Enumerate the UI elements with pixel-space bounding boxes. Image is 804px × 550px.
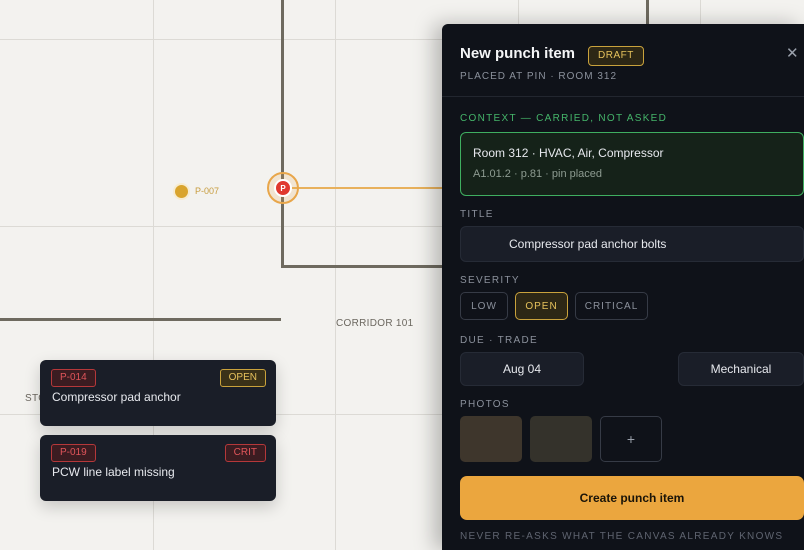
- trade-select[interactable]: Mechanical: [678, 352, 804, 386]
- punch-id-badge: P-014: [51, 369, 96, 387]
- photo-thumbnail[interactable]: [530, 416, 592, 462]
- create-punch-button[interactable]: Create punch item: [460, 476, 804, 520]
- severity-label: SEVERITY: [460, 275, 520, 286]
- add-photo-icon[interactable]: +: [600, 416, 662, 462]
- wall: [281, 0, 284, 268]
- punch-card-title: PCW line label missing: [52, 465, 175, 479]
- pin-leader-line: [292, 187, 444, 189]
- title-input[interactable]: [460, 226, 804, 262]
- punch-pin-secondary[interactable]: [173, 183, 190, 200]
- punch-id-badge: P-019: [51, 444, 96, 462]
- due-trade-label: DUE · TRADE: [460, 335, 539, 346]
- panel-subtitle: PLACED AT PIN · ROOM 312: [460, 71, 618, 82]
- panel-title: New punch item: [460, 45, 576, 62]
- grid-line: [335, 0, 336, 550]
- context-sheet: A1.01.2 · p.81 · pin placed: [473, 168, 603, 180]
- footer-note: NEVER RE-ASKS WHAT THE CANVAS ALREADY KN…: [460, 531, 784, 542]
- title-label: TITLE: [460, 209, 494, 220]
- wall: [281, 265, 446, 268]
- context-box: Room 312 · HVAC, Air, Compressor A1.01.2…: [460, 132, 804, 196]
- wall: [646, 0, 649, 26]
- new-punch-panel: New punch item DRAFT ✕ PLACED AT PIN · R…: [442, 24, 804, 550]
- context-label: CONTEXT — CARRIED, NOT ASKED: [460, 113, 668, 124]
- punch-card-title: Compressor pad anchor: [52, 390, 181, 404]
- photo-thumbnail[interactable]: [460, 416, 522, 462]
- panel-divider: [442, 96, 804, 97]
- severity-critical-chip[interactable]: CRITICAL: [575, 292, 648, 320]
- status-badge: OPEN: [219, 369, 266, 387]
- context-location: Room 312 · HVAC, Air, Compressor: [473, 146, 664, 160]
- punch-card[interactable]: P-014 OPEN Compressor pad anchor: [40, 360, 276, 426]
- pin-icon: P: [280, 183, 286, 193]
- due-date-select[interactable]: Aug 04: [460, 352, 584, 386]
- photos-label: PHOTOS: [460, 399, 510, 410]
- wall: [0, 318, 281, 321]
- close-icon[interactable]: ✕: [786, 44, 799, 62]
- punch-pin-active[interactable]: P: [274, 179, 292, 197]
- room-label: CORRIDOR 101: [336, 318, 414, 329]
- status-badge: CRIT: [224, 444, 266, 462]
- severity-open-chip[interactable]: OPEN: [515, 292, 568, 320]
- severity-low-chip[interactable]: LOW: [460, 292, 508, 320]
- draft-badge: DRAFT: [588, 46, 644, 66]
- punch-card[interactable]: P-019 CRIT PCW line label missing: [40, 435, 276, 501]
- punch-pin-label: P-007: [195, 186, 220, 196]
